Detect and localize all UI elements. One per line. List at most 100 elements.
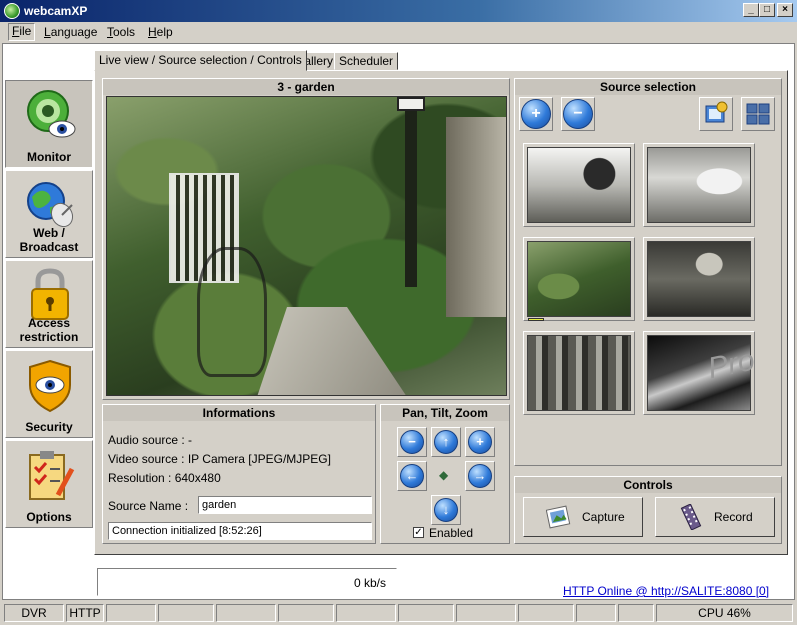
source-thumbnail-4[interactable] [643,237,755,321]
bicycle [197,247,267,377]
menu-bar: File Language Tools Help [0,22,797,42]
informations-panel: Informations Audio source : - Video sour… [102,404,376,544]
thumbnail-image [527,241,631,317]
plus-icon: + [521,99,551,129]
arrow-right-icon: → [468,464,492,488]
thumbnail-image [527,147,631,223]
lamp-post [405,97,417,287]
source-thumbnail-2[interactable] [643,143,755,227]
zoom-out-button[interactable]: − [397,427,427,457]
source-name-label: Source Name : [108,499,189,513]
nav-options-label: Options [26,510,72,524]
nav-web-broadcast-label: Web / Broadcast [19,226,79,254]
status-cell-empty-6 [398,604,454,622]
tab-live-view[interactable]: Live view / Source selection / Controls [94,50,307,71]
lamp-head [397,97,425,111]
thumbnail-image: Pro [647,335,758,411]
grid-layout-icon [746,103,770,125]
close-button[interactable]: × [777,3,793,17]
minus-icon: − [563,99,593,129]
nav-security-label: Security [25,420,73,434]
ptz-enabled-label: Enabled [429,526,474,540]
thumbnail-image [527,335,631,411]
zoom-in-button[interactable]: + [465,427,495,457]
title-bar: webcamXP _ □ × [0,0,797,22]
source-thumbnail-3[interactable] [523,237,635,321]
window-title: webcamXP [24,4,88,18]
thumbnail-image [647,147,751,223]
http-status-link[interactable]: HTTP Online @ http://SALITE:8080 [0] [563,584,769,598]
status-bar: DVR HTTP CPU 46% [0,603,797,625]
center-icon: ◆ [439,468,449,482]
menu-file[interactable]: File [8,23,36,41]
arrow-down-icon: ↓ [434,498,458,522]
source-selection-panel: Source selection + − Pro [514,78,782,466]
globe-satellite-icon [27,182,74,228]
left-nav: Monitor Web / Broadcast Access restricti… [5,80,93,528]
status-http: HTTP [66,604,104,622]
house-wall [446,117,506,317]
arrow-up-icon: ↑ [434,430,458,454]
padlock-icon [31,268,69,320]
tilt-down-button[interactable]: ↓ [431,495,461,525]
status-dvr: DVR [4,604,64,622]
capture-button[interactable]: Capture [523,497,643,537]
webcam-app-icon [4,3,20,19]
controls-panel: Controls Capture Record [514,476,782,544]
live-camera-view[interactable] [106,96,507,396]
capture-button-label: Capture [582,510,625,524]
source-name-input[interactable]: garden [198,496,372,514]
connection-status-field: Connection initialized [8:52:26] [108,522,372,540]
maximize-button[interactable]: □ [759,3,775,17]
tab-scheduler[interactable]: Scheduler [334,52,399,70]
nav-monitor[interactable]: Monitor [5,80,93,168]
status-cell-empty-2 [158,604,214,622]
minimize-button[interactable]: _ [743,3,759,17]
nav-access-restriction[interactable]: Access restriction [5,260,93,348]
status-cell-empty-10 [618,604,654,622]
film-strip-icon [680,504,702,530]
webcam-eye-icon [27,90,76,138]
tilt-up-button[interactable]: ↑ [431,427,461,457]
thumbnail-logo-text: Pro [704,343,758,386]
nav-web-broadcast[interactable]: Web / Broadcast [5,170,93,258]
status-cell-empty-7 [456,604,516,622]
remove-source-button[interactable]: − [561,97,595,131]
informations-title: Informations [103,405,375,421]
zoom-out-icon: − [400,430,424,454]
record-button[interactable]: Record [655,497,775,537]
pan-right-button[interactable]: → [465,461,495,491]
ptz-title: Pan, Tilt, Zoom [381,405,509,421]
add-source-button[interactable]: + [519,97,553,131]
ptz-panel: Pan, Tilt, Zoom − ↑ + ← ◆ → ↓ ✓ Enabled [380,404,510,544]
arrow-left-icon: ← [400,464,424,488]
nav-options[interactable]: Options [5,440,93,528]
status-cpu: CPU 46% [656,604,793,622]
checklist-pencil-icon [29,451,75,500]
status-cell-empty-8 [518,604,574,622]
status-cell-empty-1 [106,604,156,622]
status-cell-empty-4 [278,604,334,622]
record-button-label: Record [714,510,753,524]
source-thumbnail-6[interactable]: Pro [643,331,758,415]
source-properties-button[interactable] [699,97,733,131]
zoom-in-icon: + [468,430,492,454]
shield-eye-icon [29,359,71,413]
live-view-title: 3 - garden [103,79,509,95]
thumbnail-image [647,241,751,317]
active-source-indicator [528,318,544,321]
video-source-text: Video source : IP Camera [JPEG/MJPEG] [108,452,331,466]
capture-photo-icon [546,505,571,529]
pan-left-button[interactable]: ← [397,461,427,491]
menu-tools[interactable]: Tools [107,25,135,39]
nav-security[interactable]: Security [5,350,93,438]
nav-access-restriction-label: Access restriction [19,316,79,344]
ptz-center-button[interactable]: ◆ [431,461,461,491]
menu-help[interactable]: Help [148,25,173,39]
grid-view-button[interactable] [741,97,775,131]
source-thumbnail-5[interactable] [523,331,635,415]
source-thumbnail-1[interactable] [523,143,635,227]
ptz-enabled-checkbox[interactable]: ✓ [413,527,424,538]
menu-language[interactable]: Language [44,25,97,39]
audio-source-text: Audio source : - [108,433,193,447]
